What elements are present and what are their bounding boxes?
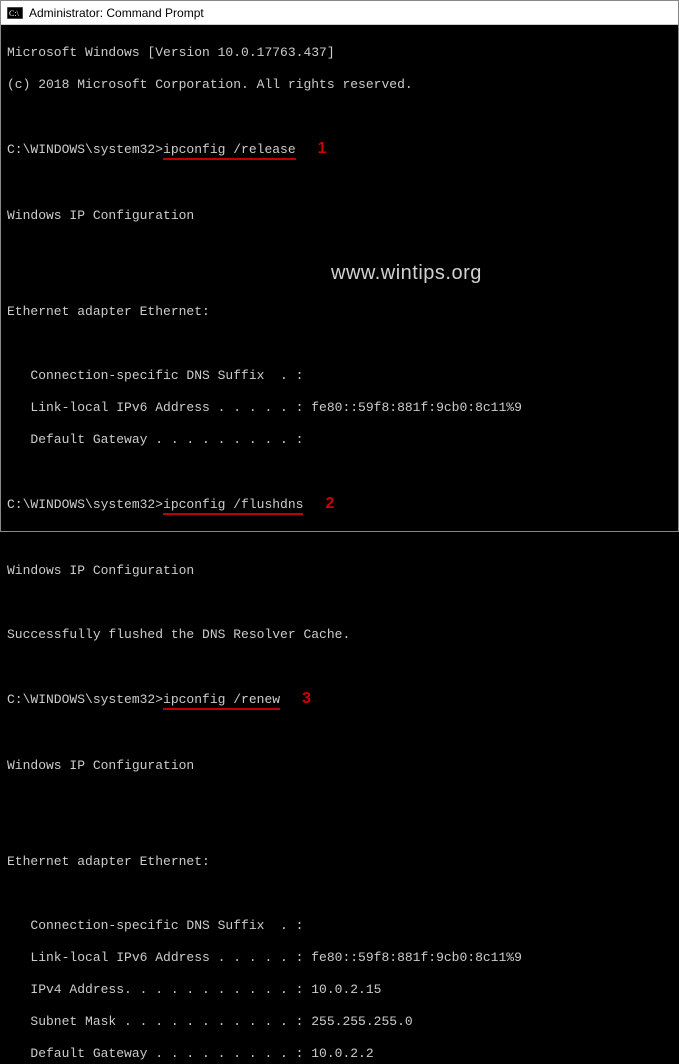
prompt-line: C:\WINDOWS\system32>ipconfig /release 1 [7,141,672,160]
output-line [7,822,672,838]
output-line: Ethernet adapter Ethernet: [7,304,672,320]
output-line [7,531,672,547]
output-line: Connection-specific DNS Suffix . : [7,368,672,384]
annotation-number: 3 [302,691,311,707]
output-line [7,176,672,192]
output-line [7,336,672,352]
output-line: Ethernet adapter Ethernet: [7,854,672,870]
titlebar-text: Administrator: Command Prompt [29,6,204,20]
output-line [7,595,672,611]
prompt: C:\WINDOWS\system32> [7,497,163,512]
output-line: Link-local IPv6 Address . . . . . : fe80… [7,950,672,966]
output-line [7,659,672,675]
output-line [7,886,672,902]
output-line [7,726,672,742]
output-line: Microsoft Windows [Version 10.0.17763.43… [7,45,672,61]
command-text: ipconfig /flushdns [163,497,303,515]
output-line: Windows IP Configuration [7,208,672,224]
output-line [7,109,672,125]
output-line [7,464,672,480]
output-line: Windows IP Configuration [7,758,672,774]
command-text: ipconfig /release [163,142,296,160]
output-line [7,240,672,256]
titlebar[interactable]: C:\ Administrator: Command Prompt [1,1,678,25]
output-line: Successfully flushed the DNS Resolver Ca… [7,627,672,643]
output-line: IPv4 Address. . . . . . . . . . . : 10.0… [7,982,672,998]
watermark-text: www.wintips.org [331,265,482,281]
command-prompt-window: C:\ Administrator: Command Prompt Micros… [0,0,679,532]
annotation-number: 1 [318,141,327,157]
prompt: C:\WINDOWS\system32> [7,692,163,707]
output-line: (c) 2018 Microsoft Corporation. All righ… [7,77,672,93]
output-line [7,790,672,806]
output-line: Windows IP Configuration [7,563,672,579]
output-line: Default Gateway . . . . . . . . . : 10.0… [7,1046,672,1062]
output-line: Link-local IPv6 Address . . . . . : fe80… [7,400,672,416]
terminal-output[interactable]: Microsoft Windows [Version 10.0.17763.43… [1,25,678,531]
svg-text:C:\: C:\ [9,9,20,18]
prompt-line: C:\WINDOWS\system32>ipconfig /renew 3 [7,691,672,710]
annotation-number: 2 [325,496,334,512]
output-line: Subnet Mask . . . . . . . . . . . : 255.… [7,1014,672,1030]
cmd-icon: C:\ [7,6,23,20]
output-line: Default Gateway . . . . . . . . . : [7,432,672,448]
output-line: Connection-specific DNS Suffix . : [7,918,672,934]
prompt-line: C:\WINDOWS\system32>ipconfig /flushdns 2 [7,496,672,515]
prompt: C:\WINDOWS\system32> [7,142,163,157]
command-text: ipconfig /renew [163,692,280,710]
